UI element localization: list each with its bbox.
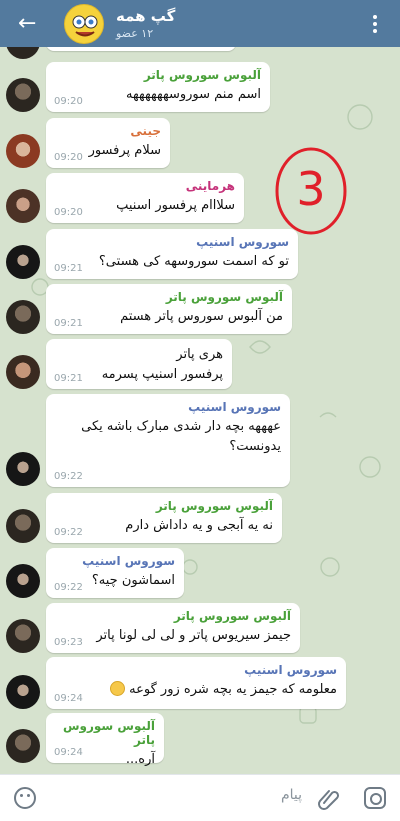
sender-name[interactable]: سوروس اسنیپ bbox=[55, 400, 281, 414]
message-time: 09:21 bbox=[54, 373, 83, 384]
avatar[interactable] bbox=[6, 452, 40, 486]
red-number-three-annotation: 3 bbox=[275, 147, 347, 235]
more-vertical-icon[interactable] bbox=[368, 12, 382, 36]
chat-title[interactable]: گپ همه bbox=[116, 7, 236, 25]
avatar[interactable] bbox=[6, 619, 40, 653]
message-text: تو که اسمت سوروسهه کی هستی؟ bbox=[98, 254, 289, 269]
member-count: ۱۲ عضو bbox=[116, 27, 154, 40]
sender-name[interactable]: آلبوس سوروس پاتر bbox=[55, 719, 155, 747]
avatar[interactable] bbox=[6, 675, 40, 709]
message-text: عهههه بچه دار شدی مبارک باشه یکی یدونست؟ bbox=[81, 419, 281, 454]
message-time: 09:21 bbox=[54, 263, 83, 274]
group-avatar[interactable] bbox=[64, 4, 104, 44]
sender-name[interactable]: هری پاتر bbox=[55, 345, 223, 365]
message-time: 09:22 bbox=[54, 582, 83, 593]
message-time: 09:21 bbox=[54, 318, 83, 329]
message-text: اسم منم سوروسههههههه bbox=[126, 87, 261, 102]
message-text: من آلبوس سوروس پاتر هستم bbox=[120, 309, 283, 324]
sender-name[interactable]: جینی bbox=[55, 124, 161, 138]
message-time: 09:20 bbox=[54, 152, 83, 163]
message-time: 09:22 bbox=[54, 471, 83, 482]
chat-header: ← گپ همه ۱۲ عضو bbox=[0, 0, 400, 47]
arrow-left-icon[interactable]: ← bbox=[18, 12, 44, 36]
emoji-icon[interactable] bbox=[14, 787, 36, 809]
paperclip-icon[interactable] bbox=[316, 785, 340, 811]
sender-name[interactable]: سوروس اسنیپ bbox=[55, 235, 289, 249]
message-time: 09:23 bbox=[54, 637, 83, 648]
message-time: 09:22 bbox=[54, 527, 83, 538]
sender-name[interactable]: هرماینی bbox=[55, 179, 235, 193]
message-list[interactable]: 3 آلبوس سوروس پاتر اسم منم سوروسههههههه … bbox=[0, 47, 400, 774]
message-input[interactable]: پیام bbox=[250, 787, 302, 809]
avatar[interactable] bbox=[6, 189, 40, 223]
message-time: 09:24 bbox=[54, 693, 83, 704]
avatar[interactable] bbox=[6, 78, 40, 112]
avatar[interactable] bbox=[6, 300, 40, 334]
avatar[interactable] bbox=[6, 245, 40, 279]
sender-name[interactable]: آلبوس سوروس پاتر bbox=[55, 499, 273, 513]
message-time: 09:24 bbox=[54, 747, 83, 758]
sender-name[interactable]: سوروس اسنیپ bbox=[55, 554, 175, 568]
avatar[interactable] bbox=[6, 509, 40, 543]
sender-name[interactable]: آلبوس سوروس پاتر bbox=[55, 68, 261, 82]
sender-name[interactable]: آلبوس سوروس پاتر bbox=[55, 290, 283, 304]
avatar[interactable] bbox=[6, 564, 40, 598]
message-time: 09:20 bbox=[54, 96, 83, 107]
avatar[interactable] bbox=[6, 134, 40, 168]
message-text: جیمز سیریوس پاتر و لی لی لونا پاتر bbox=[96, 628, 291, 643]
previous-message-bubble bbox=[46, 47, 236, 51]
svg-text:3: 3 bbox=[296, 162, 325, 216]
sender-name[interactable]: آلبوس سوروس پاتر bbox=[55, 609, 291, 623]
message-time: 09:20 bbox=[54, 207, 83, 218]
message-text: نه یه آبجی و یه داداش دارم bbox=[125, 518, 273, 533]
message-composer: پیام bbox=[0, 774, 400, 821]
message-text: معلومه که جیمز یه بچه شره زور گوعه bbox=[129, 682, 337, 697]
avatar[interactable] bbox=[6, 355, 40, 389]
camera-icon[interactable] bbox=[364, 787, 386, 809]
rolling-eyes-emoji-icon bbox=[110, 681, 126, 696]
avatar[interactable] bbox=[6, 729, 40, 763]
sender-name[interactable]: سوروس اسنیپ bbox=[55, 663, 337, 677]
